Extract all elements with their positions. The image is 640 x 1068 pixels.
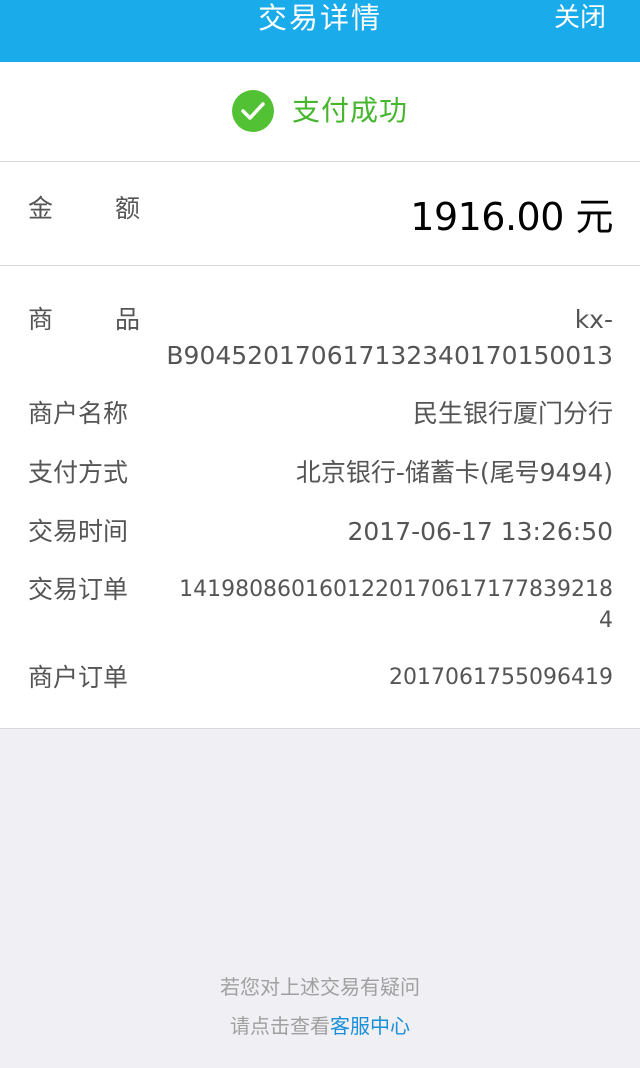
amount-value: 1916.00 元 bbox=[410, 195, 613, 239]
amount-section: 金 额 1916.00 元 bbox=[0, 162, 640, 266]
transaction-order-label: 交易订单 bbox=[28, 575, 129, 604]
help-link-line: 请点击查看客服中心 bbox=[0, 1008, 640, 1044]
merchant-order-value: 2017061755096419 bbox=[389, 665, 613, 690]
payment-method-value: 北京银行-储蓄卡(尾号9494) bbox=[295, 458, 613, 487]
product-value-line-2: B904520170617132340170150013 bbox=[166, 341, 613, 370]
close-button[interactable]: 关闭 bbox=[554, 0, 606, 36]
transaction-details-page: 交易详情 关闭 支付成功 金 额 1916.00 元 商 品 kx- B9045… bbox=[0, 0, 640, 1068]
amount-label-char-2: 额 bbox=[114, 194, 140, 223]
amount-label-char-1: 金 bbox=[28, 194, 54, 223]
product-label-char-1: 商 bbox=[28, 305, 54, 334]
product-value-line-1: kx- bbox=[574, 305, 613, 334]
transaction-time-label: 交易时间 bbox=[28, 517, 129, 546]
payment-status-section: 支付成功 bbox=[0, 62, 640, 162]
payment-method-label: 支付方式 bbox=[28, 458, 129, 487]
header-bar: 交易详情 关闭 bbox=[0, 0, 640, 62]
transaction-order-value-line-2: 4 bbox=[599, 608, 613, 633]
amount-label: 金 额 bbox=[28, 193, 140, 225]
payment-status-text: 支付成功 bbox=[291, 94, 408, 127]
page-title: 交易详情 bbox=[257, 1, 382, 35]
merchant-order-label: 商户订单 bbox=[28, 663, 129, 692]
merchant-name-value: 民生银行厦门分行 bbox=[412, 399, 613, 428]
details-section: 商 品 kx- B904520170617132340170150013 商户名… bbox=[0, 266, 640, 729]
payment-status: 支付成功 bbox=[0, 89, 640, 133]
merchant-name-label: 商户名称 bbox=[28, 399, 129, 428]
product-label-char-2: 品 bbox=[114, 305, 140, 334]
transaction-order-value-line-1: 141980860160122017061717783921​8 bbox=[179, 577, 613, 602]
transaction-time-value: 2017-06-17 13:26:50 bbox=[347, 517, 613, 546]
product-label: 商 品 bbox=[28, 302, 140, 338]
help-text: 若您对上述交易有疑问 bbox=[220, 975, 420, 999]
customer-service-link[interactable]: 客服中心 bbox=[330, 1014, 410, 1038]
help-link-prefix: 请点击查看 bbox=[230, 1014, 330, 1038]
checkmark-circle-icon bbox=[231, 90, 274, 132]
